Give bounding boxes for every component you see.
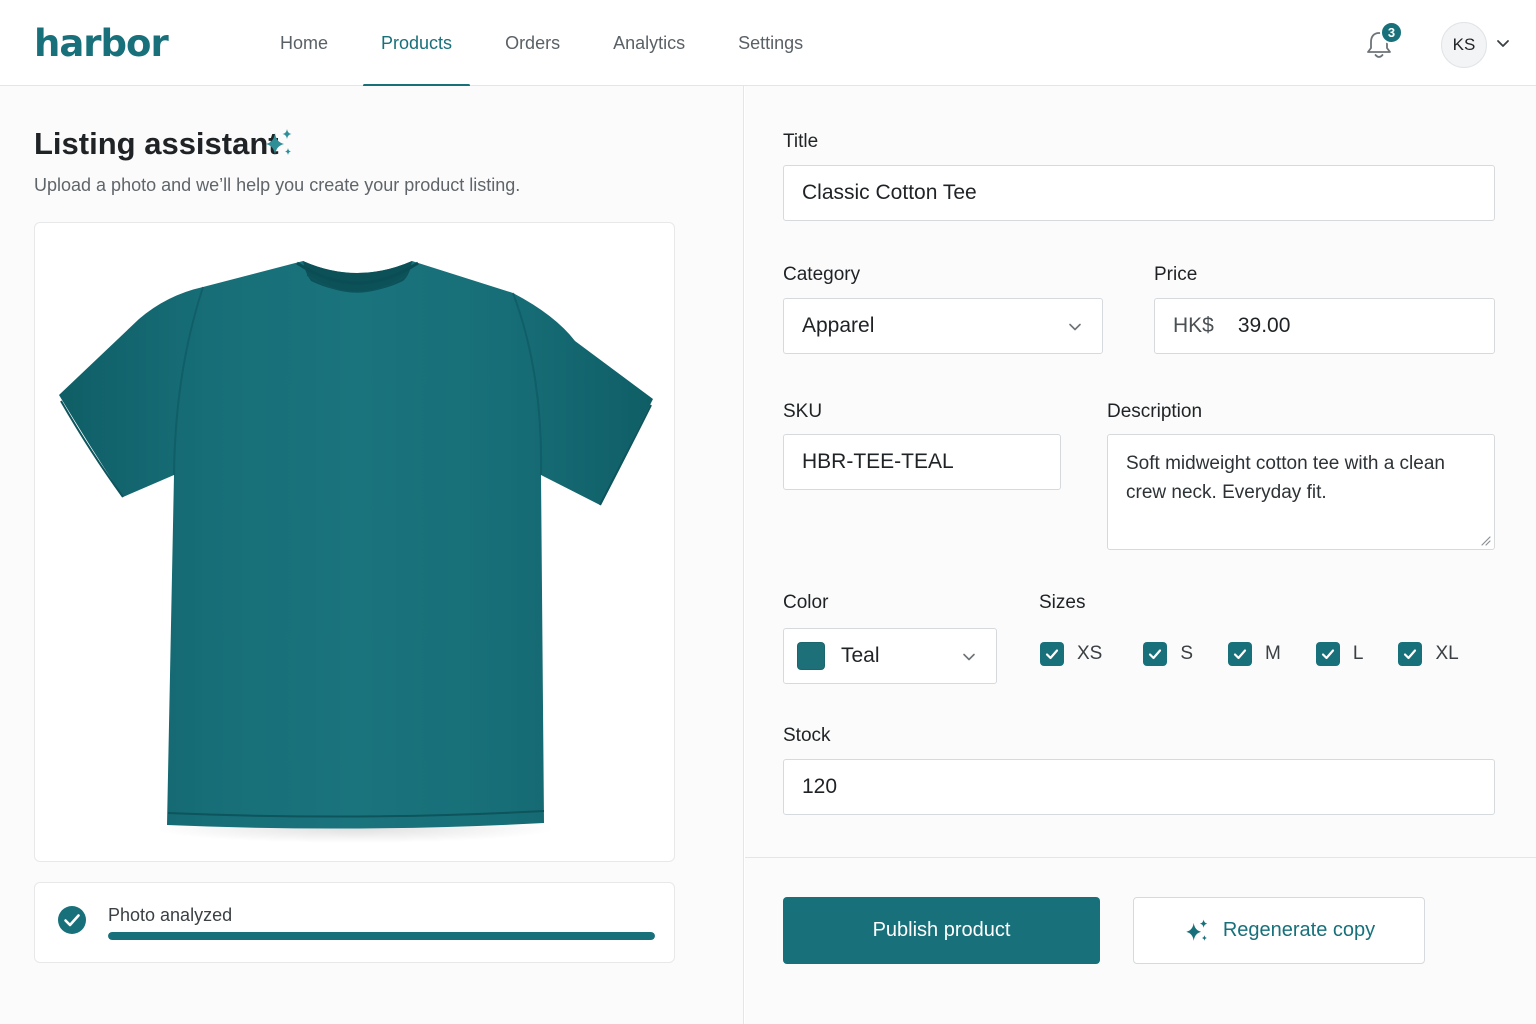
publish-product-button[interactable]: Publish product xyxy=(783,897,1100,964)
stock-label: Stock xyxy=(783,725,831,746)
nav-item-products[interactable]: Products xyxy=(363,0,471,87)
nav-item-orders[interactable]: Orders xyxy=(487,0,578,86)
category-value: Apparel xyxy=(802,314,875,337)
analysis-status-card: Photo analyzed xyxy=(34,882,675,963)
description-label: Description xyxy=(1107,401,1203,422)
user-avatar[interactable]: KS xyxy=(1441,22,1487,68)
sizes-checkbox-group: XS S M L XL xyxy=(1040,640,1459,668)
analysis-progress-bar xyxy=(108,932,655,940)
main-nav: Home Products Orders Analytics Settings xyxy=(262,0,838,87)
stock-value: 120 xyxy=(802,775,838,798)
size-label: M xyxy=(1265,643,1281,664)
color-select[interactable]: Teal xyxy=(783,628,997,684)
checkbox-checked-icon[interactable] xyxy=(1228,642,1253,666)
nav-item-home[interactable]: Home xyxy=(262,0,346,86)
sparkle-icon xyxy=(266,129,292,155)
description-textarea[interactable]: Soft midweight cotton tee with a clean c… xyxy=(1107,434,1495,550)
product-photo[interactable] xyxy=(34,222,675,862)
price-label: Price xyxy=(1154,264,1198,285)
size-option-xs[interactable]: XS xyxy=(1040,642,1102,666)
regenerate-copy-label: Regenerate copy xyxy=(1222,919,1376,941)
page-title: Listing assistant xyxy=(34,126,279,161)
chevron-down-icon xyxy=(1069,323,1081,331)
title-label: Title xyxy=(783,131,819,152)
chevron-down-icon xyxy=(963,653,975,661)
color-value: Teal xyxy=(841,644,880,667)
category-select[interactable]: Apparel xyxy=(783,298,1103,354)
t-shirt-photo xyxy=(59,261,653,843)
top-navigation-bar: harbor Home Products Orders Analytics Se… xyxy=(0,0,1536,87)
category-label: Category xyxy=(783,264,861,285)
status-text: Photo analyzed xyxy=(108,905,233,925)
checkbox-checked-icon[interactable] xyxy=(1398,642,1423,666)
listing-assistant-panel: Listing assistant Upload a photo and we’… xyxy=(0,86,744,1024)
sku-label: SKU xyxy=(783,401,823,422)
size-label: S xyxy=(1180,643,1194,664)
description-value: Soft midweight cotton tee with a clean c… xyxy=(1126,453,1445,503)
harbor-logo[interactable]: harbor xyxy=(34,22,169,65)
price-input[interactable]: HK$ 39.00 xyxy=(1154,298,1495,354)
chevron-down-icon[interactable] xyxy=(1495,37,1511,51)
form-footer-divider xyxy=(745,857,1536,858)
title-input[interactable]: Classic Cotton Tee xyxy=(783,165,1495,221)
nav-item-settings[interactable]: Settings xyxy=(720,0,821,86)
checkbox-checked-icon[interactable] xyxy=(1040,642,1064,666)
product-form-panel: Title Classic Cotton Tee Category Appare… xyxy=(745,86,1536,1024)
color-label: Color xyxy=(783,592,829,613)
stock-input[interactable]: 120 xyxy=(783,759,1495,815)
sku-input[interactable]: HBR-TEE-TEAL xyxy=(783,434,1061,490)
size-label: XS xyxy=(1077,643,1103,664)
resize-handle-icon[interactable] xyxy=(1479,534,1491,546)
check-circle-icon xyxy=(58,906,86,934)
size-label: L xyxy=(1352,643,1364,664)
title-value: Classic Cotton Tee xyxy=(802,181,977,204)
sizes-label: Sizes xyxy=(1039,592,1086,613)
size-label: XL xyxy=(1435,643,1459,664)
size-option-s[interactable]: S xyxy=(1143,642,1193,666)
price-currency: HK$ xyxy=(1173,314,1214,337)
size-option-l[interactable]: L xyxy=(1315,642,1364,666)
price-value: 39.00 xyxy=(1237,314,1291,337)
size-option-m[interactable]: M xyxy=(1228,642,1281,666)
notification-badge: 3 xyxy=(1380,21,1403,44)
color-swatch xyxy=(797,642,825,670)
regenerate-copy-button[interactable]: Regenerate copy xyxy=(1133,897,1425,964)
page-subtitle: Upload a photo and we’ll help you create… xyxy=(34,175,521,195)
size-option-xl[interactable]: XL xyxy=(1398,642,1459,666)
sparkle-icon xyxy=(1186,918,1208,941)
analysis-progress-fill xyxy=(108,932,655,940)
nav-item-analytics[interactable]: Analytics xyxy=(595,0,703,86)
checkbox-checked-icon[interactable] xyxy=(1315,642,1340,666)
checkbox-checked-icon[interactable] xyxy=(1143,642,1168,666)
sku-value: HBR-TEE-TEAL xyxy=(802,450,954,473)
